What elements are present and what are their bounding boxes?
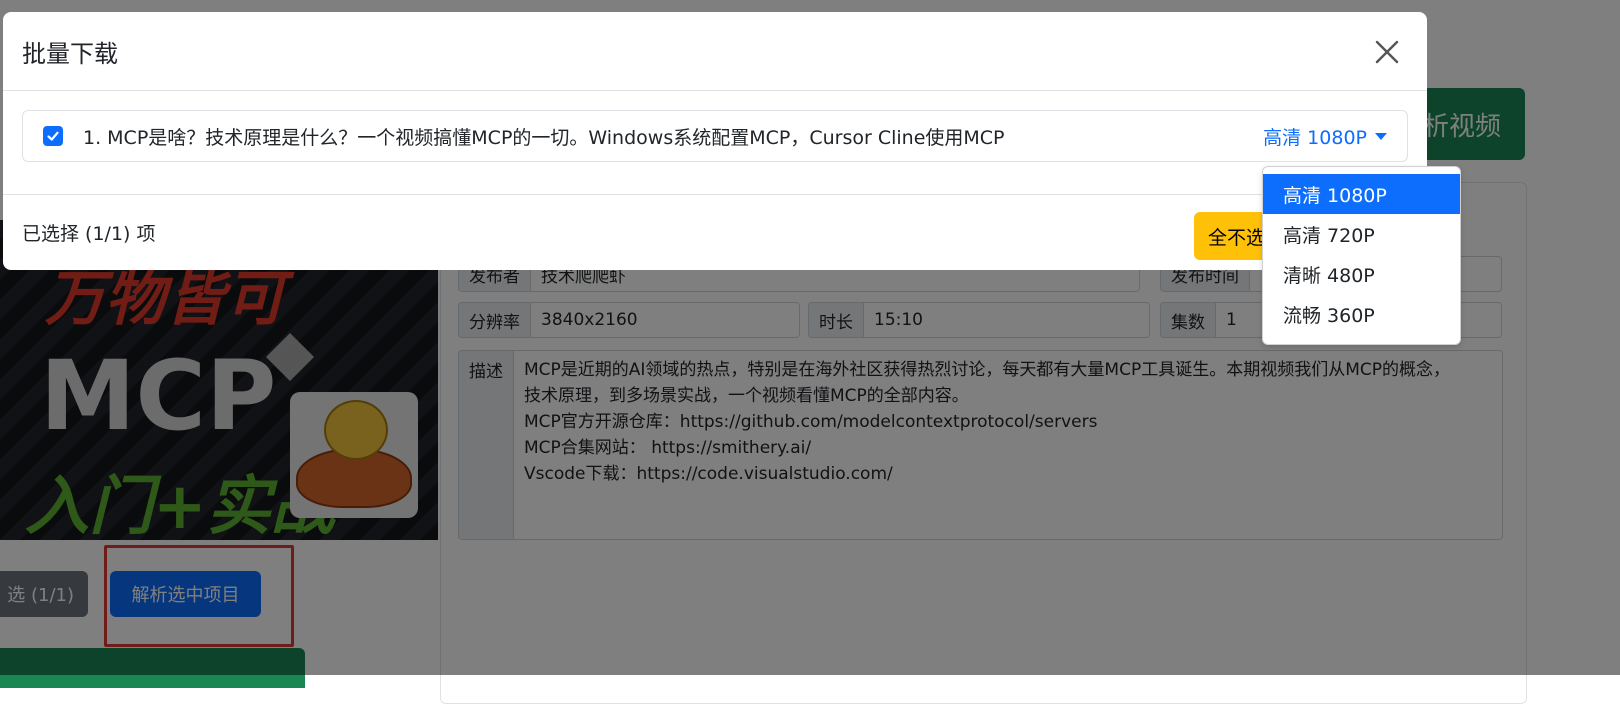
selected-count-text: 已选择 (1/1) 项 xyxy=(22,223,156,245)
quality-option-480p[interactable]: 清晰 480P xyxy=(1263,254,1460,294)
modal-body: 1. MCP是啥？技术原理是什么？一个视频搞懂MCP的一切。Windows系统配… xyxy=(3,91,1427,195)
modal-header: 批量下载 xyxy=(3,12,1427,91)
modal-footer: 已选择 (1/1) 项 全不选 xyxy=(3,195,1427,270)
close-icon[interactable] xyxy=(1371,36,1403,68)
item-title: 1. MCP是啥？技术原理是什么？一个视频搞懂MCP的一切。Windows系统配… xyxy=(83,126,1005,149)
quality-option-1080p[interactable]: 高清 1080P xyxy=(1263,174,1460,214)
item-checkbox[interactable] xyxy=(43,126,63,146)
quality-dropdown-toggle[interactable]: 高清 1080P xyxy=(1263,123,1387,150)
check-icon xyxy=(47,131,59,141)
quality-dropdown-menu: 高清 1080P 高清 720P 清晰 480P 流畅 360P xyxy=(1262,166,1461,345)
modal-title: 批量下载 xyxy=(22,39,118,68)
caret-down-icon xyxy=(1375,132,1387,140)
batch-download-modal: 批量下载 1. MCP是啥？技术原理是什么？一个视频搞懂MCP的一切。Windo… xyxy=(3,12,1427,270)
quality-option-720p[interactable]: 高清 720P xyxy=(1263,214,1460,254)
list-item: 1. MCP是啥？技术原理是什么？一个视频搞懂MCP的一切。Windows系统配… xyxy=(22,110,1408,162)
quality-option-360p[interactable]: 流畅 360P xyxy=(1263,294,1460,334)
quality-selected-label: 高清 1080P xyxy=(1263,126,1367,149)
